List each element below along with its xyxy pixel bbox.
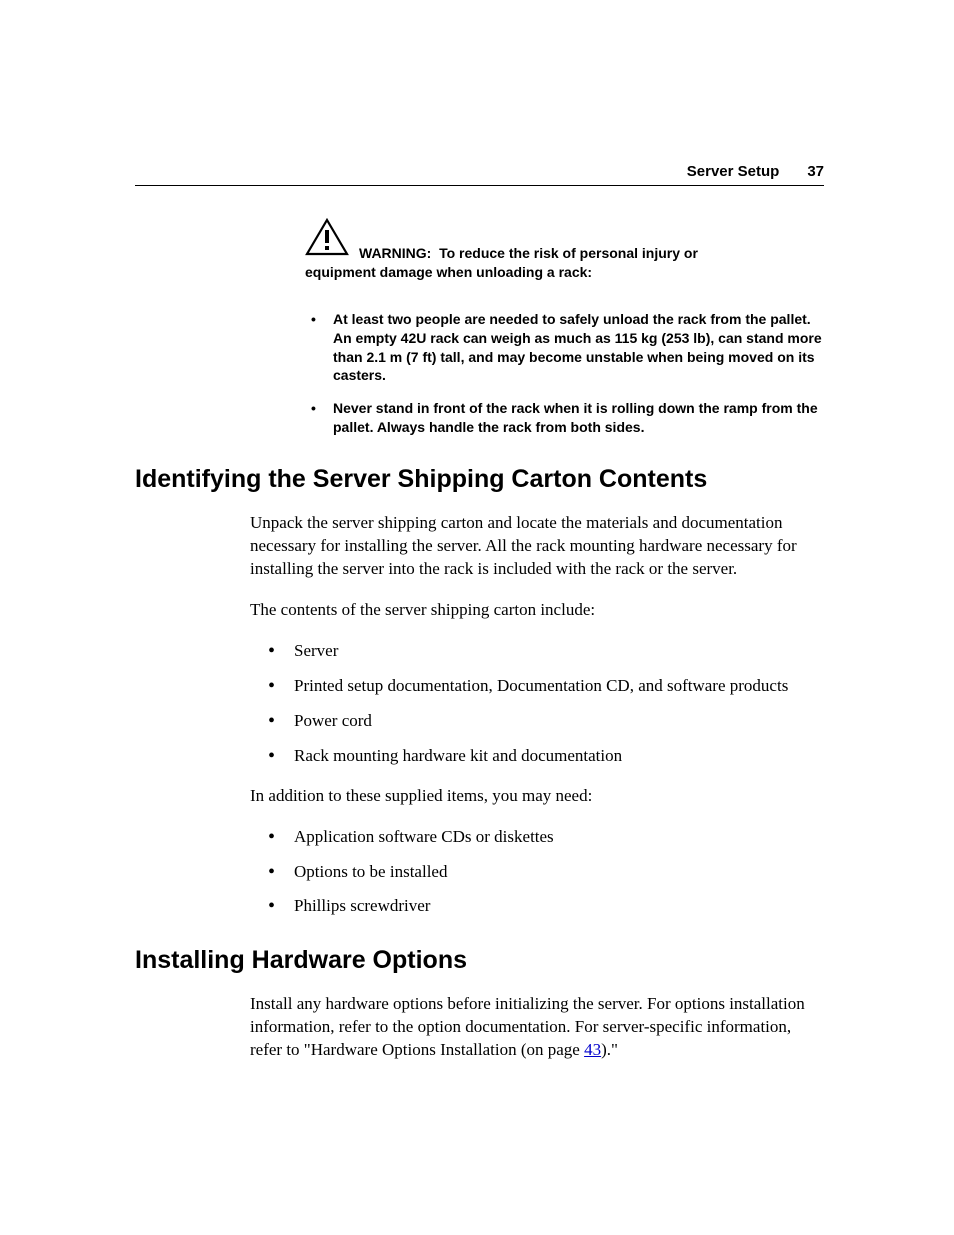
body-paragraph: Install any hardware options before init…: [250, 993, 824, 1062]
running-head: Server Setup 37: [687, 163, 824, 180]
needed-items-list: Application software CDs or diskettes Op…: [250, 826, 824, 919]
list-item: Application software CDs or diskettes: [250, 826, 824, 849]
body-paragraph: The contents of the server shipping cart…: [250, 599, 824, 622]
list-item: Options to be installed: [250, 861, 824, 884]
contents-list: Server Printed setup documentation, Docu…: [250, 640, 824, 768]
warning-block: WARNING: To reduce the risk of personal …: [305, 218, 824, 282]
list-item: Rack mounting hardware kit and documenta…: [250, 745, 824, 768]
warning-bullet-item: Never stand in front of the rack when it…: [305, 399, 824, 437]
list-item: Power cord: [250, 710, 824, 733]
warning-heading-row: WARNING: To reduce the risk of personal …: [305, 218, 824, 263]
hardware-text-pre: Install any hardware options before init…: [250, 994, 805, 1059]
hardware-text-post: ).": [601, 1040, 618, 1059]
body-paragraph: In addition to these supplied items, you…: [250, 785, 824, 808]
header-page-number: 37: [807, 163, 824, 180]
list-item: Phillips screwdriver: [250, 895, 824, 918]
page: Server Setup 37 WARNING: To reduce the ri…: [0, 0, 954, 1235]
warning-bullet-list: At least two people are needed to safely…: [305, 310, 824, 437]
section-heading-hardware: Installing Hardware Options: [135, 946, 824, 975]
section-heading-carton: Identifying the Server Shipping Carton C…: [135, 465, 824, 494]
warning-first-line: WARNING: To reduce the risk of personal …: [359, 244, 698, 263]
body-paragraph: Unpack the server shipping carton and lo…: [250, 512, 824, 581]
content: WARNING: To reduce the risk of personal …: [135, 218, 824, 1080]
list-item: Printed setup documentation, Documentati…: [250, 675, 824, 698]
warning-second-line: equipment damage when unloading a rack:: [305, 263, 824, 282]
warning-bullet-item: At least two people are needed to safely…: [305, 310, 824, 386]
page-link-43[interactable]: 43: [584, 1040, 601, 1059]
warning-icon: [305, 218, 349, 261]
header-rule: [135, 185, 824, 186]
header-section: Server Setup: [687, 163, 780, 180]
warning-label: WARNING:: [359, 245, 431, 261]
list-item: Server: [250, 640, 824, 663]
